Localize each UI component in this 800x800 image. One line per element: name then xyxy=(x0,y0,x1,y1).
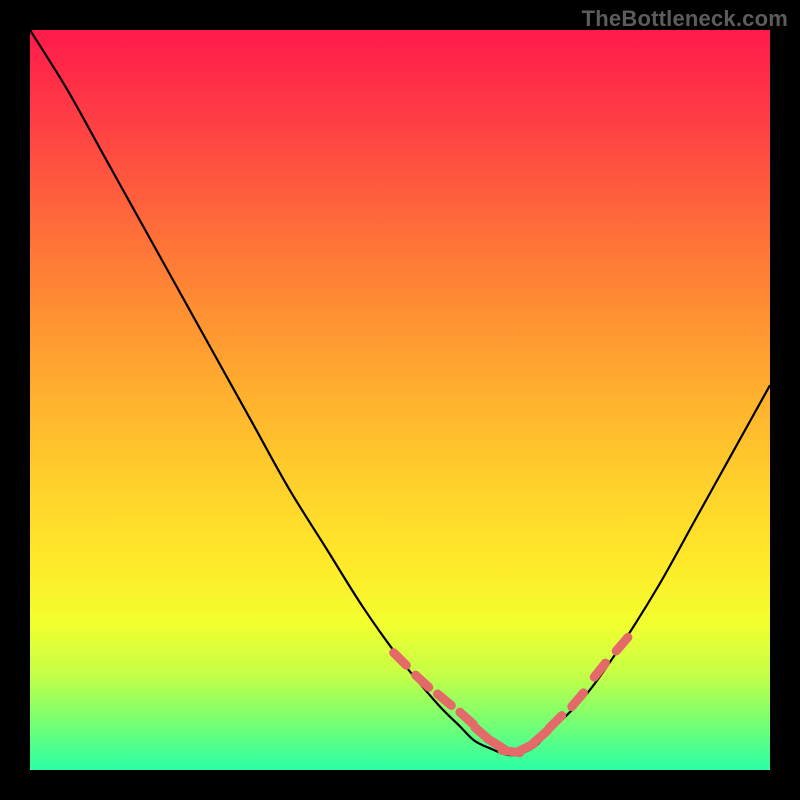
heatmap-background xyxy=(30,30,770,770)
highlight-marker xyxy=(460,712,473,724)
highlight-marker xyxy=(594,663,605,677)
highlight-marker xyxy=(534,731,548,743)
chart-frame: TheBottleneck.com xyxy=(0,0,800,800)
watermark-text: TheBottleneck.com xyxy=(582,6,788,32)
highlight-marker xyxy=(572,693,584,707)
curve-layer xyxy=(30,30,770,770)
highlight-marker xyxy=(416,675,429,687)
bottleneck-curve-path xyxy=(30,30,770,755)
highlight-marker xyxy=(394,653,407,666)
highlight-marker xyxy=(616,637,628,651)
highlight-marker xyxy=(549,716,562,729)
highlight-marker xyxy=(437,694,451,706)
